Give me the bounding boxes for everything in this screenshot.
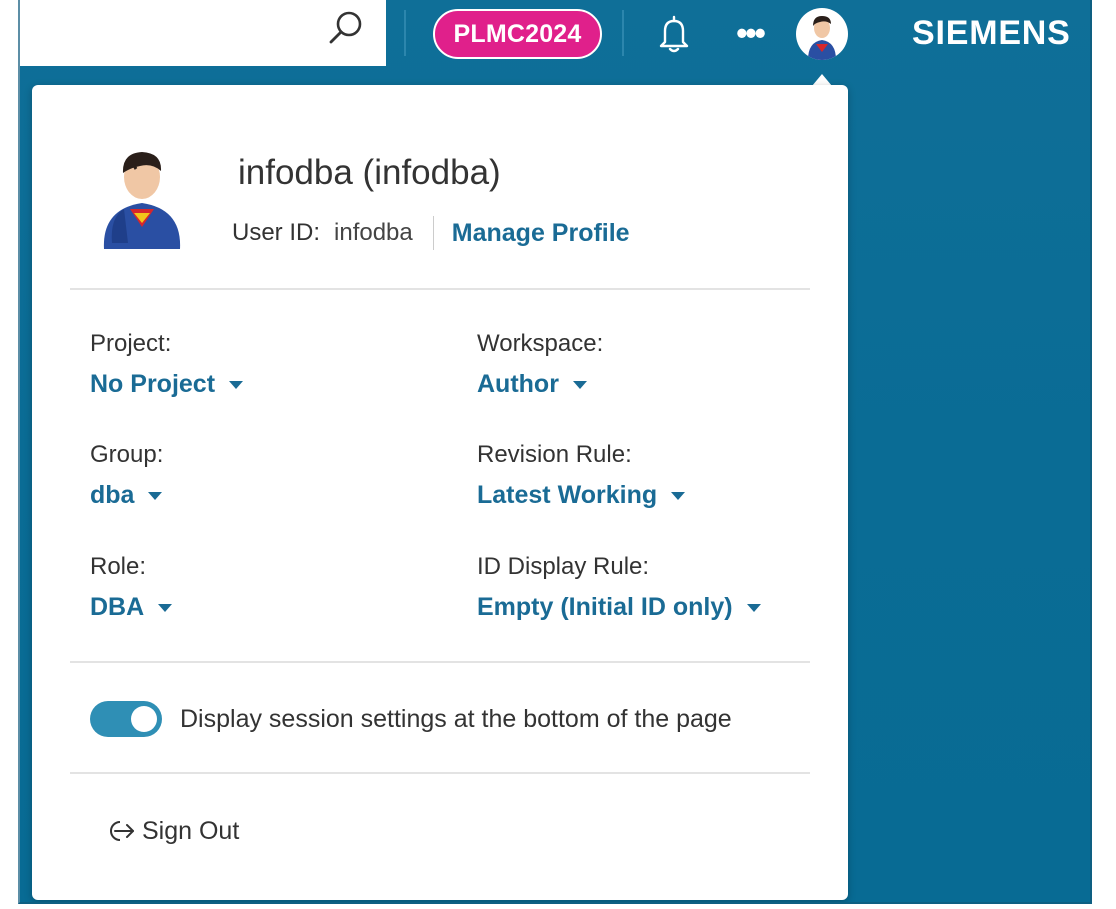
chevron-down-icon <box>229 381 244 389</box>
user-id-label: User ID: <box>232 219 321 246</box>
workspace-label: Workspace: <box>477 330 604 357</box>
id-display-rule-label: ID Display Rule: <box>477 553 650 580</box>
revision-rule-value: Latest Working <box>477 481 658 509</box>
id-display-rule-value: Empty (Initial ID only) <box>477 593 733 621</box>
display-settings-row: Display session settings at the bottom o… <box>90 699 732 739</box>
project-value: No Project <box>90 370 216 398</box>
divider <box>432 216 434 250</box>
group-label: Group: <box>90 441 164 468</box>
profile-avatar <box>103 152 181 249</box>
search-input[interactable] <box>20 0 386 66</box>
workspace-value: Author <box>477 370 559 398</box>
display-settings-toggle[interactable] <box>90 701 162 737</box>
toggle-knob <box>131 706 157 732</box>
display-settings-label: Display session settings at the bottom o… <box>180 704 732 733</box>
divider <box>70 661 810 663</box>
user-id-row: User ID: infodba Manage Profile <box>232 215 630 251</box>
revision-rule-field: Revision Rule: Latest Working <box>477 440 837 510</box>
header-divider <box>404 10 406 56</box>
chevron-down-icon <box>158 604 173 612</box>
chevron-down-icon <box>572 381 587 389</box>
header-divider <box>622 10 624 56</box>
user-display-name: infodba (infodba) <box>238 153 501 192</box>
role-label: Role: <box>90 553 147 580</box>
divider <box>70 772 810 774</box>
search-icon[interactable] <box>326 8 366 48</box>
more-icon[interactable]: ••• <box>730 17 770 49</box>
role-field: Role: DBA <box>90 552 450 622</box>
group-value: dba <box>90 481 135 509</box>
superman-avatar-icon <box>808 16 836 60</box>
group-dropdown[interactable]: dba <box>90 480 450 510</box>
avatar[interactable] <box>796 8 848 60</box>
group-field: Group: dba <box>90 440 450 510</box>
id-display-rule-field: ID Display Rule: Empty (Initial ID only) <box>477 552 837 622</box>
user-menu-panel: infodba (infodba) User ID: infodba Manag… <box>32 85 848 900</box>
role-dropdown[interactable]: DBA <box>90 592 450 622</box>
sign-out-label: Sign Out <box>142 816 240 845</box>
workspace-dropdown[interactable]: Author <box>477 369 837 399</box>
chevron-down-icon <box>671 492 686 500</box>
app-window: PLMC2024 ••• SIEMENS infodba (infodba) U… <box>18 0 1092 904</box>
sign-out-icon <box>110 821 134 841</box>
user-id-value: infodba <box>334 219 413 246</box>
id-display-rule-dropdown[interactable]: Empty (Initial ID only) <box>477 592 837 622</box>
brand-logo: SIEMENS <box>912 14 1071 52</box>
manage-profile-link[interactable]: Manage Profile <box>452 219 630 248</box>
revision-rule-dropdown[interactable]: Latest Working <box>477 480 837 510</box>
chevron-down-icon <box>746 604 761 612</box>
project-dropdown[interactable]: No Project <box>90 369 450 399</box>
project-badge[interactable]: PLMC2024 <box>433 9 602 59</box>
sign-out-button[interactable]: Sign Out <box>106 813 239 849</box>
chevron-down-icon <box>148 492 163 500</box>
revision-rule-label: Revision Rule: <box>477 441 632 468</box>
workspace-field: Workspace: Author <box>477 329 837 399</box>
bell-icon[interactable] <box>656 14 692 54</box>
project-label: Project: <box>90 330 172 357</box>
role-value: DBA <box>90 593 145 621</box>
divider <box>70 288 810 290</box>
project-field: Project: No Project <box>90 329 450 399</box>
